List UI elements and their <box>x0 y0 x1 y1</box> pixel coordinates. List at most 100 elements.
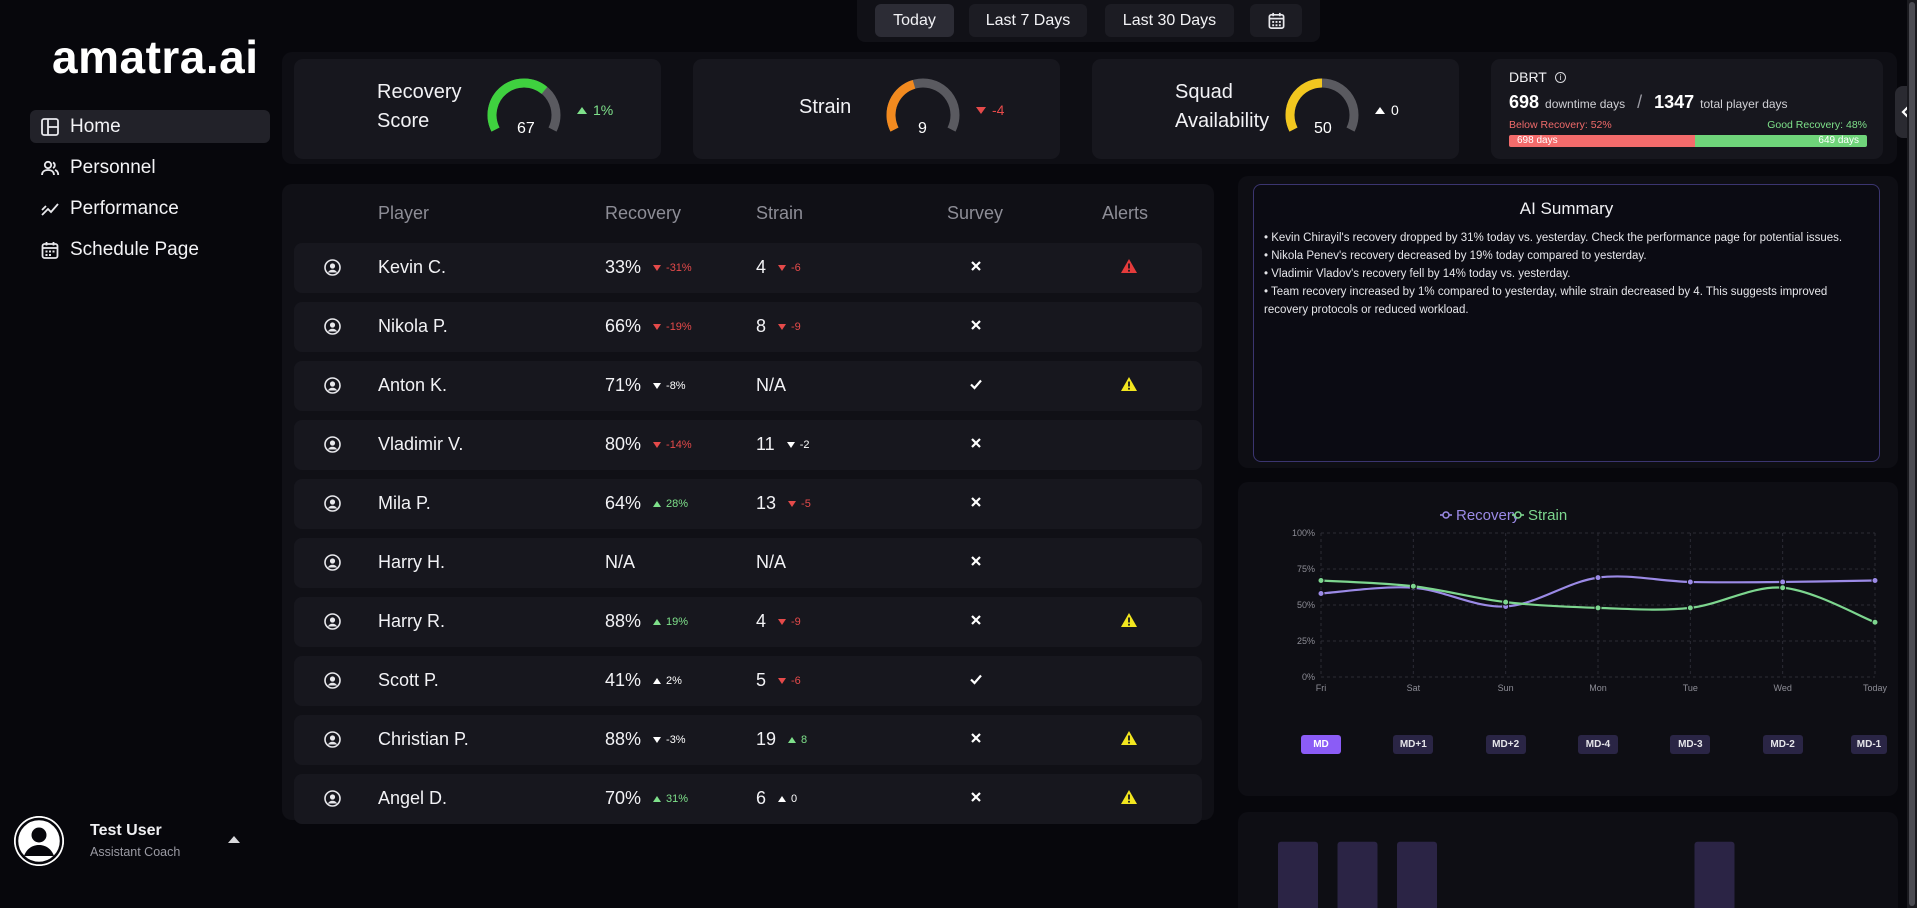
recovery-value: 33% <box>605 257 642 277</box>
user-menu[interactable]: Test User Assistant Coach <box>14 816 244 868</box>
column-header-strain[interactable]: Strain <box>756 203 803 224</box>
kpi-recovery-label: Recovery Score <box>377 78 461 136</box>
range-today-button[interactable]: Today <box>875 4 954 37</box>
recovery-value: 66% <box>605 316 642 336</box>
delta-value: -19% <box>666 320 692 333</box>
match-day-badge[interactable]: MD+1 <box>1393 735 1434 754</box>
recovery-strain-line-chart: 0% 25% 50% 75% 100% Fri Sat Sun Mon Tue Wed Today Re… <box>1292 507 1888 693</box>
delta: 0 <box>778 793 797 805</box>
delta: 8 <box>788 734 807 746</box>
recovery-cell: 70% 31% <box>605 788 688 809</box>
delta-value: -9 <box>791 320 801 333</box>
delta-value: -14% <box>666 438 692 451</box>
data-point-recovery <box>1686 578 1694 586</box>
player-name[interactable]: Mila P. <box>378 493 431 514</box>
sidebar-item-performance[interactable]: Performance <box>30 192 270 225</box>
calendar-picker-button[interactable] <box>1250 4 1302 37</box>
match-day-badge[interactable]: MD <box>1301 735 1341 754</box>
player-name[interactable]: Kevin C. <box>378 257 446 278</box>
user-circle-icon <box>324 318 341 335</box>
table-row[interactable]: Harry H. N/A N/A <box>294 538 1202 588</box>
strain-cell: 13 -5 <box>756 493 811 514</box>
range-7-days-button[interactable]: Last 7 Days <box>969 4 1087 37</box>
check-icon <box>969 672 983 686</box>
kpi-label-line: Score <box>377 110 430 132</box>
app-logo[interactable]: amatra.ai <box>52 30 259 84</box>
arrow-down-icon <box>778 677 787 684</box>
column-header-survey[interactable]: Survey <box>947 203 1003 224</box>
table-row[interactable]: Christian P. 88% -3% 19 8 <box>294 715 1202 765</box>
sidebar-item-schedule[interactable]: Schedule Page <box>30 233 270 266</box>
user-circle-icon <box>324 495 341 512</box>
table-row[interactable]: Kevin C. 33% -31% 4 -6 <box>294 243 1202 293</box>
arrow-down-icon <box>788 500 797 507</box>
legend-marker <box>1442 511 1450 519</box>
data-point-strain <box>1317 577 1325 585</box>
legend-label: Strain <box>1528 507 1567 524</box>
column-header-player[interactable]: Player <box>378 203 429 224</box>
kpi-recovery-card: Recovery Score 67 1% <box>294 59 661 159</box>
player-name[interactable]: Vladimir V. <box>378 434 463 455</box>
match-day-badge[interactable]: MD-2 <box>1762 735 1803 754</box>
table-row[interactable]: Harry R. 88% 19% 4 -9 <box>294 597 1202 647</box>
table-row[interactable]: Angel D. 70% 31% 6 0 <box>294 774 1202 824</box>
table-row[interactable]: Anton K. 71% -8% N/A <box>294 361 1202 411</box>
scrollbar-thumb[interactable] <box>1909 2 1915 906</box>
caret-up-icon[interactable] <box>228 836 240 843</box>
delta-value: -3% <box>666 733 686 746</box>
arrow-down-icon <box>653 736 662 743</box>
strain-value: 5 <box>756 670 767 690</box>
sidebar-item-personnel[interactable]: Personnel <box>30 151 270 184</box>
strain-value: N/A <box>756 375 787 395</box>
dbrt-totals: 698 downtime days / 1347 total player da… <box>1509 92 1788 113</box>
delta-value: 8 <box>801 733 808 746</box>
column-header-alerts[interactable]: Alerts <box>1102 203 1148 224</box>
player-name[interactable]: Anton K. <box>378 375 447 396</box>
table-row[interactable]: Scott P. 41% 2% 5 -6 <box>294 656 1202 706</box>
warning-icon[interactable] <box>1120 376 1138 392</box>
delta-value: 2% <box>666 674 682 687</box>
table-row[interactable]: Nikola P. 66% -19% 8 -9 <box>294 302 1202 352</box>
delta: -8% <box>653 380 686 392</box>
player-name[interactable]: Harry R. <box>378 611 445 632</box>
match-day-badge[interactable]: MD-3 <box>1670 735 1711 754</box>
player-name[interactable]: Christian P. <box>378 729 469 750</box>
delta: -3% <box>653 734 686 746</box>
match-day-badge[interactable]: MD-4 <box>1578 735 1618 754</box>
arrow-down-icon <box>653 323 662 330</box>
sidebar-item-home[interactable]: Home <box>30 110 270 143</box>
strain-cell: 19 8 <box>756 729 807 750</box>
recovery-value: 80% <box>605 434 642 454</box>
user-name: Test User <box>90 822 162 839</box>
data-point-strain <box>1779 584 1787 592</box>
recovery-cell: 88% 19% <box>605 611 688 632</box>
match-day-badge[interactable]: MD-1 <box>1851 735 1887 754</box>
table-row[interactable]: Vladimir V. 80% -14% 11 -2 <box>294 420 1202 470</box>
player-name[interactable]: Nikola P. <box>378 316 448 337</box>
recovery-cell: 71% -8% <box>605 375 686 396</box>
table-row[interactable]: Mila P. 64% 28% 13 -5 <box>294 479 1202 529</box>
column-header-recovery[interactable]: Recovery <box>605 203 681 224</box>
info-icon[interactable]: i <box>1554 71 1566 83</box>
warning-icon[interactable] <box>1120 730 1138 746</box>
player-name[interactable]: Scott P. <box>378 670 439 691</box>
strain-value: 13 <box>756 493 777 513</box>
below-recovery-segment: 698 days <box>1509 135 1696 147</box>
bar <box>1278 841 1318 908</box>
ai-summary-body: • Kevin Chirayil's recovery dropped by 3… <box>1264 229 1872 319</box>
date-range-selector: Today Last 7 Days Last 30 Days <box>857 0 1320 42</box>
arrow-down-icon <box>778 264 787 271</box>
divider-slash: / <box>1637 92 1643 112</box>
y-tick-label: 75% <box>1297 564 1315 574</box>
player-name[interactable]: Angel D. <box>378 788 447 809</box>
warning-icon[interactable] <box>1120 258 1138 274</box>
match-day-badge[interactable]: MD+2 <box>1485 735 1526 754</box>
player-name[interactable]: Harry H. <box>378 552 445 573</box>
delta: -9 <box>778 321 801 333</box>
data-point-recovery <box>1779 578 1787 586</box>
warning-icon[interactable] <box>1120 612 1138 628</box>
range-30-days-button[interactable]: Last 30 Days <box>1105 4 1234 37</box>
kpi-squad-card: Squad Availability 50 0 <box>1092 59 1459 159</box>
warning-icon[interactable] <box>1120 789 1138 805</box>
delta-value: -9 <box>791 615 801 628</box>
